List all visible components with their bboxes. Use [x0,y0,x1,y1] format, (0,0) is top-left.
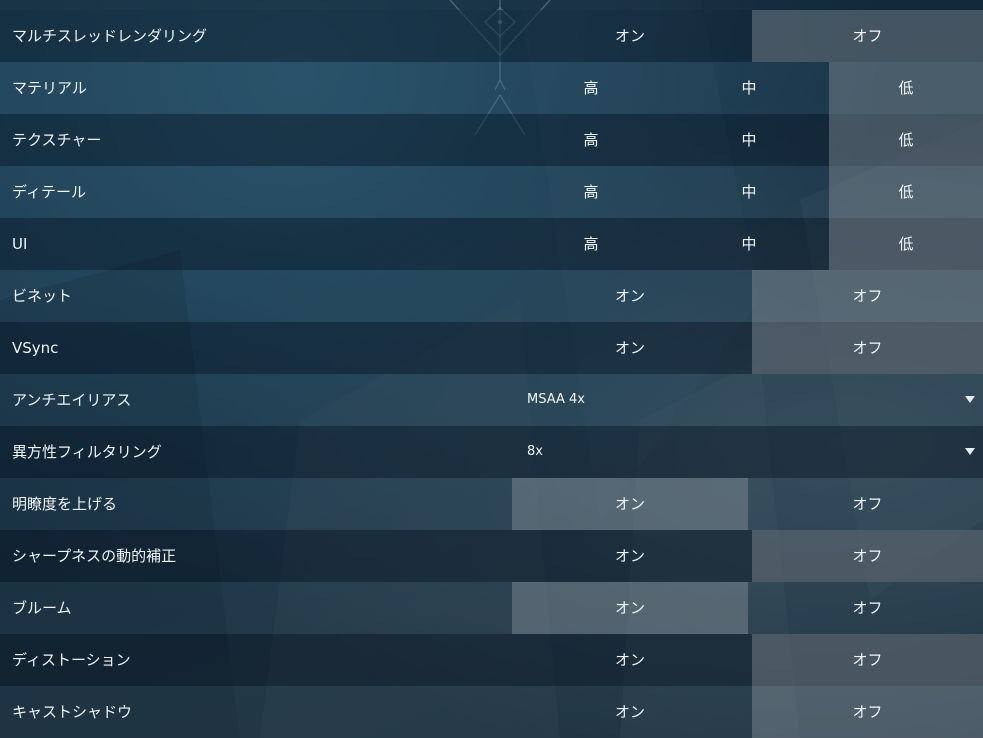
setting-label: 異方性フィルタリング [12,443,162,461]
dropdown-value: MSAA 4x [527,392,585,407]
option-off-button[interactable]: オフ [752,686,983,738]
option-off-button[interactable]: オフ [752,10,983,62]
setting-label: UI [12,235,28,253]
setting-label: テクスチャー [12,131,102,149]
caret-down-icon[interactable] [965,396,975,403]
setting-row: UI 高中低 [0,218,983,270]
setting-label: マルチスレッドレンダリング [12,27,208,45]
option-high-button[interactable]: 高 [512,166,670,218]
setting-row: キャストシャドウ オン オフ [0,686,983,738]
setting-row: VSync オン オフ [0,322,983,374]
setting-row: ビネット オン オフ [0,270,983,322]
option-low-button[interactable]: 低 [829,62,983,114]
caret-down-icon[interactable] [965,448,975,455]
option-off-button[interactable]: オフ [752,582,983,634]
setting-row: シャープネスの動的補正 オン オフ [0,530,983,582]
option-off-button[interactable]: オフ [752,530,983,582]
option-low-button[interactable]: 低 [829,166,983,218]
option-high-button[interactable]: 高 [512,114,670,166]
setting-row: ディストーション オン オフ [0,634,983,686]
setting-row: アンチエイリアス MSAA 4x [0,374,983,426]
option-high-button[interactable]: 高 [512,62,670,114]
setting-label: アンチエイリアス [12,391,132,409]
option-on-button[interactable]: オン [512,686,748,738]
option-medium-button[interactable]: 中 [670,62,828,114]
option-medium-button[interactable]: 中 [670,166,828,218]
option-on-button[interactable]: オン [512,478,748,530]
option-high-button[interactable]: 高 [512,218,670,270]
setting-label: マテリアル [12,79,87,97]
option-off-button[interactable]: オフ [752,322,983,374]
setting-row: ディテール 高中低 [0,166,983,218]
option-on-button[interactable]: オン [512,634,748,686]
setting-row: テクスチャー 高中低 [0,114,983,166]
setting-label: VSync [12,339,59,357]
option-on-button[interactable]: オン [512,322,748,374]
setting-label: ブルーム [12,599,72,617]
option-on-button[interactable]: オン [512,10,748,62]
option-off-button[interactable]: オフ [752,634,983,686]
setting-label: ディストーション [12,651,131,669]
option-medium-button[interactable]: 中 [670,114,828,166]
setting-label: シャープネスの動的補正 [12,547,177,565]
dropdown-value: 8x [527,444,543,459]
option-on-button[interactable]: オン [512,582,748,634]
setting-dropdown[interactable]: 8x [512,426,983,478]
setting-label: ビネット [12,287,73,305]
setting-row: 明瞭度を上げる オン オフ [0,478,983,530]
setting-row: マルチスレッドレンダリング オン オフ [0,10,983,62]
option-on-button[interactable]: オン [512,530,748,582]
setting-row: ブルーム オン オフ [0,582,983,634]
option-on-button[interactable]: オン [512,270,748,322]
option-off-button[interactable]: オフ [752,270,983,322]
setting-label: 明瞭度を上げる [12,495,118,513]
setting-row: マテリアル 高中低 [0,62,983,114]
option-off-button[interactable]: オフ [752,478,983,530]
setting-dropdown[interactable]: MSAA 4x [512,374,983,426]
setting-label: ディテール [12,183,86,201]
option-low-button[interactable]: 低 [829,114,983,166]
graphics-settings-list: マルチスレッドレンダリング オン オフ マテリアル高中低テクスチャー高中低ディテール高… [0,10,983,738]
setting-label: キャストシャドウ [12,703,133,721]
option-low-button[interactable]: 低 [829,218,983,270]
setting-row: 異方性フィルタリング 8x [0,426,983,478]
option-medium-button[interactable]: 中 [670,218,828,270]
